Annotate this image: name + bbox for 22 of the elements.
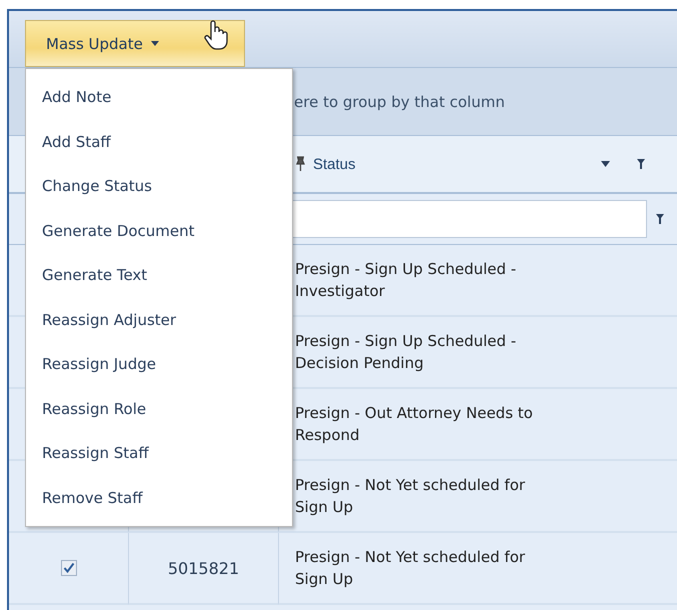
menu-item[interactable]: Change Status [26,164,292,208]
menu-item[interactable]: Generate Text [26,253,292,298]
checkbox[interactable] [60,560,76,576]
pin-icon[interactable] [296,156,305,172]
menu-item[interactable]: Add Staff [26,120,292,164]
column-header[interactable]: Status [313,156,593,172]
menu-item[interactable]: Reassign Staff [26,431,292,476]
table-cell: 5015821 [128,533,278,605]
filter-icon[interactable] [655,213,665,225]
menu-item[interactable]: Add Note [26,75,292,120]
menu-item[interactable]: Reassign Adjuster [26,298,292,342]
menu-item[interactable]: Remove Staff [26,476,292,520]
sort-caret-icon[interactable] [601,161,610,167]
filter-icon[interactable] [636,158,646,170]
table-cell: Presign - Not Yet scheduled for Sign Up [278,533,677,605]
group-panel-hint: ere to group by that column [294,92,505,110]
menu-item[interactable]: Generate Document [26,208,292,253]
menu-item[interactable]: Reassign Judge [26,342,292,386]
caret-icon [150,41,159,46]
mass-update-button[interactable]: Mass Update [25,20,245,67]
menu-item[interactable]: Reassign Role [26,386,292,431]
hand-cursor-icon [203,20,229,52]
